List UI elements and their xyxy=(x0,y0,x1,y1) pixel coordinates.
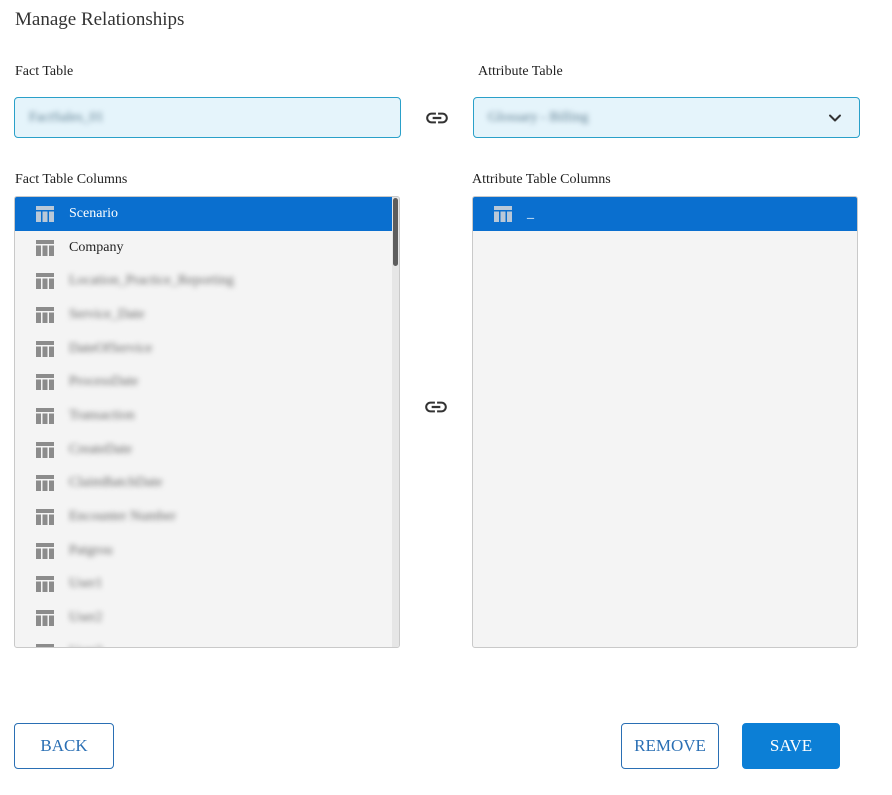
attribute-table-select[interactable]: Glossary - Billing xyxy=(473,97,860,138)
table-icon xyxy=(36,475,54,492)
list-item[interactable]: Scenario xyxy=(15,197,394,231)
fact-columns-listbox[interactable]: Scenario Company Location_Practice_Reporti… xyxy=(14,196,400,648)
scrollbar-track[interactable] xyxy=(392,197,399,647)
list-item-label: User1 xyxy=(69,576,103,592)
remove-button[interactable]: REMOVE xyxy=(621,723,719,769)
attribute-columns-label: Attribute Table Columns xyxy=(472,172,611,187)
list-item-label: Encounter Number xyxy=(69,509,176,525)
table-icon xyxy=(36,273,54,290)
list-item[interactable]: ProcessDate xyxy=(15,365,394,399)
scrollbar-thumb[interactable] xyxy=(393,198,398,266)
attribute-table-label: Attribute Table xyxy=(478,64,563,79)
list-item[interactable]: User2 xyxy=(15,601,394,635)
link-icon[interactable] xyxy=(423,394,449,420)
list-item[interactable]: Patgrou xyxy=(15,534,394,568)
list-item-label: Patgrou xyxy=(69,542,113,558)
fact-columns-label: Fact Table Columns xyxy=(15,172,128,187)
attribute-columns-list: _ xyxy=(473,197,857,231)
list-item-label: Location_Practice_Reporting xyxy=(69,273,234,289)
fact-table-input[interactable]: FactSales_01 xyxy=(14,97,401,138)
list-item[interactable]: _ xyxy=(473,197,857,231)
table-icon xyxy=(36,407,54,424)
list-item[interactable]: Encounter Number xyxy=(15,500,394,534)
table-icon xyxy=(36,374,54,391)
page-title: Manage Relationships xyxy=(15,9,185,30)
list-item[interactable]: DateOfService xyxy=(15,332,394,366)
fact-columns-list: Scenario Company Location_Practice_Reporti… xyxy=(15,197,394,647)
save-button[interactable]: SAVE xyxy=(742,723,840,769)
list-item-label: Scenario xyxy=(69,205,118,221)
link-icon[interactable] xyxy=(424,105,450,131)
list-item[interactable]: Transaction xyxy=(15,399,394,433)
list-item[interactable]: ClaimBatchDate xyxy=(15,467,394,501)
table-icon xyxy=(36,239,54,256)
list-item[interactable]: Company xyxy=(15,231,394,265)
list-item-label: DateOfService xyxy=(69,340,153,356)
list-item[interactable]: Location_Practice_Reporting xyxy=(15,264,394,298)
back-button[interactable]: BACK xyxy=(14,723,114,769)
table-icon xyxy=(36,610,54,627)
list-item-label: User2 xyxy=(69,610,103,626)
list-item-label: _ xyxy=(527,205,534,221)
chevron-down-icon xyxy=(829,114,841,121)
list-item[interactable]: Service_Date xyxy=(15,298,394,332)
table-icon xyxy=(36,542,54,559)
attribute-table-value: Glossary - Billing xyxy=(488,109,589,125)
list-item-label: CreateDate xyxy=(69,441,132,457)
table-icon xyxy=(36,205,54,222)
list-item-label: ProcessDate xyxy=(69,374,139,390)
table-icon xyxy=(36,340,54,357)
list-item[interactable]: CreateDate xyxy=(15,433,394,467)
fact-table-label: Fact Table xyxy=(15,64,74,79)
list-item-label: ClaimBatchDate xyxy=(69,475,163,491)
list-item-label: Service_Date xyxy=(69,306,145,322)
list-item-label: Company xyxy=(69,239,124,255)
fact-table-value: FactSales_01 xyxy=(29,109,104,125)
attribute-columns-listbox[interactable]: _ xyxy=(472,196,858,648)
table-icon xyxy=(36,509,54,526)
list-item-label: Transaction xyxy=(69,407,135,423)
list-item[interactable]: User3 xyxy=(15,635,394,647)
table-icon xyxy=(36,306,54,323)
list-item-label: User3 xyxy=(69,644,102,647)
list-item[interactable]: User1 xyxy=(15,568,394,602)
table-icon xyxy=(36,576,54,593)
table-icon xyxy=(36,643,54,647)
table-icon xyxy=(36,441,54,458)
table-icon xyxy=(494,205,512,222)
